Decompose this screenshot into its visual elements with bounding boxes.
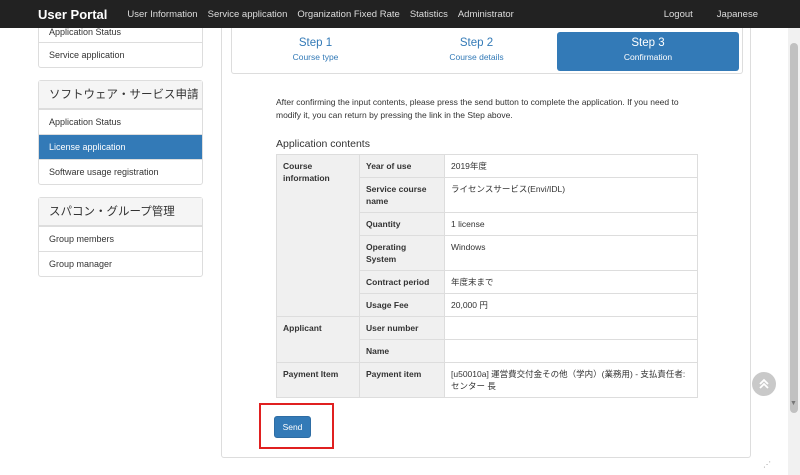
row-value: 20,000 円 [444, 293, 698, 317]
nav-statistics[interactable]: Statistics [410, 9, 448, 20]
sidebar-item-license-application[interactable]: License application [39, 134, 202, 159]
row-key: User number [359, 316, 445, 340]
scroll-to-top-button[interactable] [752, 372, 776, 396]
sidebar-heading-supercomputer: スパコン・グループ管理 [39, 198, 202, 226]
nav-administrator[interactable]: Administrator [458, 9, 514, 20]
row-value: [u50010a] 運営費交付金その他（学内）(業務用) - 支払責任者: セン… [444, 362, 698, 398]
brand-logo[interactable]: User Portal [38, 7, 107, 22]
sidebar-heading-software: ソフトウェア・サービス申請 [39, 81, 202, 109]
application-contents-table: Course information Year of use 2019年度 Se… [276, 154, 698, 398]
sidebar-item-application-status[interactable]: Application Status [39, 28, 202, 42]
table-row: Applicant User number [276, 316, 698, 363]
table-row: Course information Year of use 2019年度 [276, 154, 698, 317]
step-2-subtitle: Course details [449, 52, 504, 62]
row-value: ライセンスサービス(Envi/IDL) [444, 177, 698, 213]
sidebar-group-software: ソフトウェア・サービス申請 Application Status License… [38, 80, 203, 185]
resize-grip-icon: ⋰ [763, 460, 771, 469]
sidebar-item-group-members[interactable]: Group members [39, 226, 202, 251]
nav-logout[interactable]: Logout [664, 9, 693, 20]
top-navbar: User Portal User Information Service app… [0, 0, 800, 28]
send-button[interactable]: Send [274, 416, 311, 438]
scroll-down-arrow-icon[interactable]: ▼ [790, 400, 797, 407]
sidebar-group-supercomputer: スパコン・グループ管理 Group members Group manager [38, 197, 203, 277]
row-key: Service course name [359, 177, 445, 213]
nav-service-application[interactable]: Service application [208, 9, 288, 20]
row-group-course-information: Course information [276, 154, 360, 317]
row-value: 年度末まで [444, 270, 698, 294]
step-2[interactable]: Step 2 Course details [395, 32, 558, 71]
row-key: Name [359, 339, 445, 363]
row-key: Contract period [359, 270, 445, 294]
sidebar-item-software-usage-registration[interactable]: Software usage registration [39, 159, 202, 184]
sidebar-group-service: Application Status Service application [38, 28, 203, 68]
step-1-subtitle: Course type [292, 52, 339, 62]
step-3: Step 3 Confirmation [557, 32, 739, 71]
main-panel: Step 1 Course type Step 2 Course details… [221, 28, 751, 458]
row-key: Usage Fee [359, 293, 445, 317]
step-indicator: Step 1 Course type Step 2 Course details… [231, 28, 743, 74]
sidebar-item-service-application[interactable]: Service application [39, 42, 202, 67]
row-group-payment-item: Payment Item [276, 362, 360, 398]
application-contents-heading: Application contents [276, 138, 370, 150]
table-row: Payment Item Payment item [u50010a] 運営費交… [276, 362, 698, 398]
row-key: Operating System [359, 235, 445, 271]
step-3-title: Step 3 [631, 37, 665, 49]
row-value [444, 316, 698, 340]
step-1-title: Step 1 [298, 37, 333, 49]
sidebar-item-group-manager[interactable]: Group manager [39, 251, 202, 276]
row-value: Windows [444, 235, 698, 271]
confirmation-instructions: After confirming the input contents, ple… [276, 97, 679, 120]
nav-user-information[interactable]: User Information [127, 9, 197, 20]
sidebar: Application Status Service application ソ… [38, 28, 203, 289]
step-1[interactable]: Step 1 Course type [234, 32, 397, 71]
row-key: Quantity [359, 212, 445, 236]
scrollbar-thumb[interactable] [790, 43, 798, 413]
step-3-subtitle: Confirmation [623, 52, 673, 62]
row-key: Payment item [359, 362, 445, 398]
row-key: Year of use [359, 154, 445, 178]
vertical-scrollbar[interactable]: ▼ [788, 28, 800, 475]
row-value: 1 license [444, 212, 698, 236]
double-chevron-up-icon [759, 378, 769, 389]
step-2-title: Step 2 [459, 37, 494, 49]
nav-language[interactable]: Japanese [717, 9, 758, 20]
row-value [444, 339, 698, 363]
nav-right-group: Logout Japanese [640, 9, 758, 20]
row-group-applicant: Applicant [276, 316, 360, 363]
nav-organization-fixed-rate[interactable]: Organization Fixed Rate [297, 9, 399, 20]
sidebar-item-software-application-status[interactable]: Application Status [39, 109, 202, 134]
row-value: 2019年度 [444, 154, 698, 178]
